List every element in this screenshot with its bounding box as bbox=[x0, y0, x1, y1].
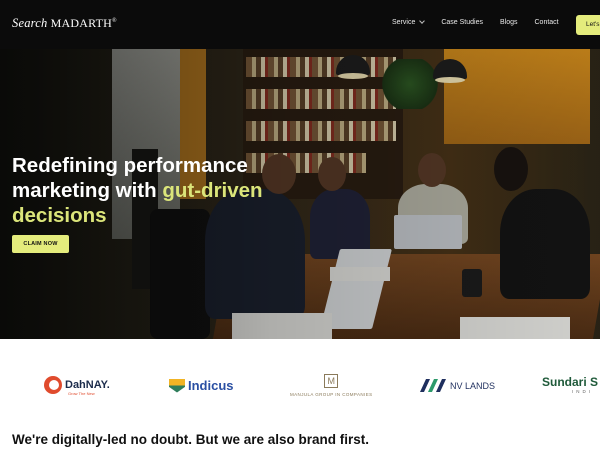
chevron-down-icon bbox=[419, 18, 426, 24]
nav-menu: Service Case Studies Blogs Contact bbox=[392, 18, 559, 26]
nav-cta-button[interactable]: Let's bbox=[576, 15, 600, 35]
nav-link-contact[interactable]: Contact bbox=[535, 19, 559, 26]
nav-link-service[interactable]: Service bbox=[392, 18, 426, 26]
indicus-name: Indicus bbox=[188, 378, 234, 393]
hero-title-line2: marketing with bbox=[12, 179, 163, 202]
claim-now-button[interactable]: CLAIM NOW bbox=[12, 235, 69, 253]
hero-section: Redefining performance marketing with gu… bbox=[0, 49, 600, 339]
hero-title-highlight: gut-driven bbox=[162, 179, 263, 202]
hero-title-line1: Redefining performance bbox=[12, 154, 248, 177]
logo-script-text: Search bbox=[12, 16, 48, 30]
indicus-shield-icon bbox=[169, 378, 185, 393]
client-logo-indicus[interactable]: Indicus bbox=[169, 378, 234, 393]
dahnay-name: DahNAY. bbox=[65, 379, 110, 391]
hero-title: Redefining performance marketing with gu… bbox=[12, 153, 332, 228]
section-heading: We're digitally-led no doubt. But we are… bbox=[12, 432, 370, 447]
sundari-name: Sundari S bbox=[542, 375, 599, 389]
client-logos-strip: DahNAY. Grow The New Indicus M MANJULA G… bbox=[0, 339, 600, 431]
site-logo[interactable]: Search MADARTH® bbox=[12, 16, 117, 31]
client-logo-manjula[interactable]: M MANJULA GROUP IN COMPANIES bbox=[290, 374, 373, 397]
manjula-name: MANJULA GROUP IN COMPANIES bbox=[290, 392, 373, 397]
nav-link-service-label: Service bbox=[392, 19, 416, 26]
client-logo-nv-lands[interactable]: NV LANDS bbox=[420, 379, 495, 392]
dahnay-logo-icon bbox=[44, 376, 62, 394]
nav-link-blogs[interactable]: Blogs bbox=[500, 19, 518, 26]
logo-main-text: MADARTH bbox=[50, 16, 113, 30]
manjula-monogram-icon: M bbox=[324, 374, 339, 388]
nav-link-case-studies[interactable]: Case Studies bbox=[441, 19, 483, 26]
top-navbar: Search MADARTH® Service Case Studies Blo… bbox=[0, 0, 600, 49]
logo-registered-mark: ® bbox=[112, 18, 117, 24]
sundari-subtext: INDI bbox=[572, 389, 593, 394]
client-logo-dahnay[interactable]: DahNAY. Grow The New bbox=[44, 376, 110, 396]
nv-lands-name: NV LANDS bbox=[450, 380, 496, 391]
hero-title-line3: decisions bbox=[12, 204, 107, 227]
client-logo-sundari[interactable]: Sundari S INDI bbox=[542, 375, 598, 394]
nv-lands-logo-icon bbox=[420, 379, 446, 392]
dahnay-tagline: Grow The New bbox=[68, 391, 95, 396]
